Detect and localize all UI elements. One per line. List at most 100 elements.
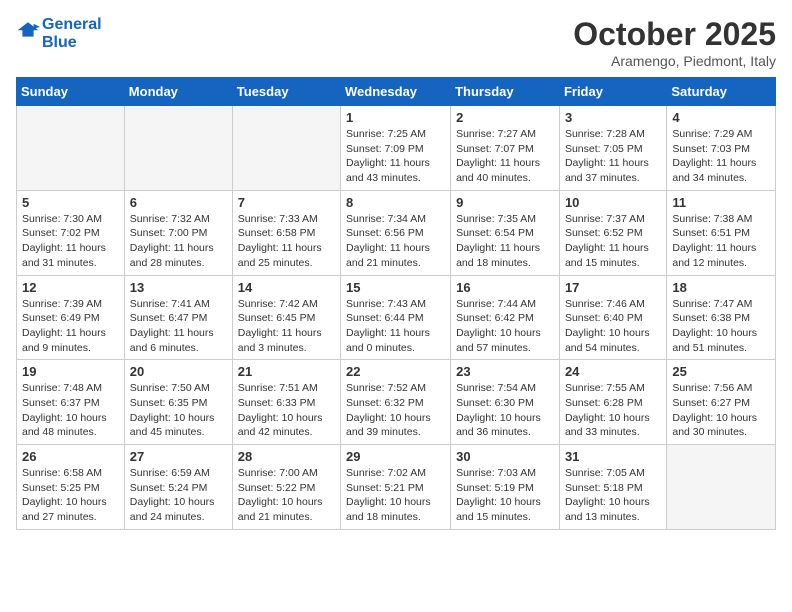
logo-blue: Blue (42, 34, 102, 52)
weekday-header-sunday: Sunday (17, 78, 125, 106)
calendar-cell: 26Sunrise: 6:58 AM Sunset: 5:25 PM Dayli… (17, 445, 125, 530)
day-number: 3 (565, 110, 661, 125)
day-info: Sunrise: 7:27 AM Sunset: 7:07 PM Dayligh… (456, 127, 554, 186)
calendar-cell: 3 Sunrise: 7:28 AM Sunset: 7:05 PM Daylig… (559, 106, 666, 191)
day-info: Sunrise: 7:33 AM Sunset: 6:58 PM Dayligh… (238, 212, 335, 271)
day-info: Sunrise: 7:39 AM Sunset: 6:49 PM Dayligh… (22, 297, 119, 356)
calendar-week-4: 19 Sunrise: 7:48 AM Sunset: 6:37 PM Dayli… (17, 360, 776, 445)
day-number: 6 (130, 195, 227, 210)
day-info: Sunrise: 7:50 AM Sunset: 6:35 PM Dayligh… (130, 381, 227, 440)
day-info: Sunrise: 7:48 AM Sunset: 6:37 PM Dayligh… (22, 381, 119, 440)
day-number: 21 (238, 364, 335, 379)
day-number: 22 (346, 364, 445, 379)
day-info: Sunrise: 7:51 AM Sunset: 6:33 PM Dayligh… (238, 381, 335, 440)
day-info: Sunrise: 7:29 AM Sunset: 7:03 PM Dayligh… (672, 127, 770, 186)
calendar-header-row: SundayMondayTuesdayWednesdayThursdayFrid… (17, 78, 776, 106)
calendar-cell: 6 Sunrise: 7:32 AM Sunset: 7:00 PM Daylig… (124, 190, 232, 275)
day-info: Sunrise: 7:37 AM Sunset: 6:52 PM Dayligh… (565, 212, 661, 271)
calendar-body: 1 Sunrise: 7:25 AM Sunset: 7:09 PM Daylig… (17, 106, 776, 530)
day-number: 19 (22, 364, 119, 379)
day-info: Sunrise: 7:38 AM Sunset: 6:51 PM Dayligh… (672, 212, 770, 271)
day-number: 18 (672, 280, 770, 295)
title-section: October 2025 Aramengo, Piedmont, Italy (573, 16, 776, 69)
day-info: Sunrise: 7:02 AM Sunset: 5:21 PM Dayligh… (346, 466, 445, 525)
day-number: 12 (22, 280, 119, 295)
calendar-cell: 13 Sunrise: 7:41 AM Sunset: 6:47 PM Dayli… (124, 275, 232, 360)
calendar-table: SundayMondayTuesdayWednesdayThursdayFrid… (16, 77, 776, 530)
day-info: Sunrise: 7:30 AM Sunset: 7:02 PM Dayligh… (22, 212, 119, 271)
calendar-cell: 15 Sunrise: 7:43 AM Sunset: 6:44 PM Dayli… (341, 275, 451, 360)
page-header: General Blue October 2025 Aramengo, Pied… (16, 16, 776, 69)
calendar-cell: 20 Sunrise: 7:50 AM Sunset: 6:35 PM Dayli… (124, 360, 232, 445)
weekday-header-wednesday: Wednesday (341, 78, 451, 106)
day-info: Sunrise: 7:54 AM Sunset: 6:30 PM Dayligh… (456, 381, 554, 440)
day-number: 9 (456, 195, 554, 210)
day-info: Sunrise: 7:00 AM Sunset: 5:22 PM Dayligh… (238, 466, 335, 525)
calendar-cell (232, 106, 340, 191)
day-number: 15 (346, 280, 445, 295)
day-number: 7 (238, 195, 335, 210)
calendar-cell: 11 Sunrise: 7:38 AM Sunset: 6:51 PM Dayli… (667, 190, 776, 275)
day-info: Sunrise: 7:32 AM Sunset: 7:00 PM Dayligh… (130, 212, 227, 271)
day-info: Sunrise: 7:25 AM Sunset: 7:09 PM Dayligh… (346, 127, 445, 186)
location-subtitle: Aramengo, Piedmont, Italy (573, 53, 776, 69)
day-number: 27 (130, 449, 227, 464)
calendar-cell: 18 Sunrise: 7:47 AM Sunset: 6:38 PM Dayli… (667, 275, 776, 360)
day-info: Sunrise: 7:43 AM Sunset: 6:44 PM Dayligh… (346, 297, 445, 356)
calendar-cell: 12 Sunrise: 7:39 AM Sunset: 6:49 PM Dayli… (17, 275, 125, 360)
weekday-header-friday: Friday (559, 78, 666, 106)
calendar-cell: 29 Sunrise: 7:02 AM Sunset: 5:21 PM Dayli… (341, 445, 451, 530)
day-number: 4 (672, 110, 770, 125)
calendar-week-3: 12 Sunrise: 7:39 AM Sunset: 6:49 PM Dayli… (17, 275, 776, 360)
day-number: 11 (672, 195, 770, 210)
day-number: 5 (22, 195, 119, 210)
day-number: 30 (456, 449, 554, 464)
day-number: 20 (130, 364, 227, 379)
day-info: Sunrise: 7:34 AM Sunset: 6:56 PM Dayligh… (346, 212, 445, 271)
day-number: 24 (565, 364, 661, 379)
day-number: 29 (346, 449, 445, 464)
calendar-cell: 22Sunrise: 7:52 AM Sunset: 6:32 PM Dayli… (341, 360, 451, 445)
day-info: Sunrise: 7:47 AM Sunset: 6:38 PM Dayligh… (672, 297, 770, 356)
weekday-header-tuesday: Tuesday (232, 78, 340, 106)
day-info: Sunrise: 7:56 AM Sunset: 6:27 PM Dayligh… (672, 381, 770, 440)
logo-icon (16, 19, 40, 43)
weekday-header-saturday: Saturday (667, 78, 776, 106)
day-info: Sunrise: 7:55 AM Sunset: 6:28 PM Dayligh… (565, 381, 661, 440)
calendar-cell: 1 Sunrise: 7:25 AM Sunset: 7:09 PM Daylig… (341, 106, 451, 191)
calendar-cell: 28Sunrise: 7:00 AM Sunset: 5:22 PM Dayli… (232, 445, 340, 530)
weekday-header-thursday: Thursday (451, 78, 560, 106)
day-number: 14 (238, 280, 335, 295)
calendar-cell (124, 106, 232, 191)
calendar-cell: 31 Sunrise: 7:05 AM Sunset: 5:18 PM Dayli… (559, 445, 666, 530)
calendar-cell: 16Sunrise: 7:44 AM Sunset: 6:42 PM Dayli… (451, 275, 560, 360)
calendar-cell: 25Sunrise: 7:56 AM Sunset: 6:27 PM Dayli… (667, 360, 776, 445)
day-info: Sunrise: 6:58 AM Sunset: 5:25 PM Dayligh… (22, 466, 119, 525)
day-info: Sunrise: 7:41 AM Sunset: 6:47 PM Dayligh… (130, 297, 227, 356)
logo-general: General (42, 16, 102, 33)
calendar-cell: 4 Sunrise: 7:29 AM Sunset: 7:03 PM Daylig… (667, 106, 776, 191)
day-info: Sunrise: 7:03 AM Sunset: 5:19 PM Dayligh… (456, 466, 554, 525)
calendar-cell (667, 445, 776, 530)
day-info: Sunrise: 7:28 AM Sunset: 7:05 PM Dayligh… (565, 127, 661, 186)
calendar-cell: 17Sunrise: 7:46 AM Sunset: 6:40 PM Dayli… (559, 275, 666, 360)
calendar-cell: 10Sunrise: 7:37 AM Sunset: 6:52 PM Dayli… (559, 190, 666, 275)
day-info: Sunrise: 7:35 AM Sunset: 6:54 PM Dayligh… (456, 212, 554, 271)
calendar-cell (17, 106, 125, 191)
calendar-cell: 21 Sunrise: 7:51 AM Sunset: 6:33 PM Dayli… (232, 360, 340, 445)
calendar-cell: 19 Sunrise: 7:48 AM Sunset: 6:37 PM Dayli… (17, 360, 125, 445)
day-info: Sunrise: 7:42 AM Sunset: 6:45 PM Dayligh… (238, 297, 335, 356)
day-number: 16 (456, 280, 554, 295)
day-number: 2 (456, 110, 554, 125)
calendar-week-5: 26Sunrise: 6:58 AM Sunset: 5:25 PM Dayli… (17, 445, 776, 530)
day-info: Sunrise: 7:05 AM Sunset: 5:18 PM Dayligh… (565, 466, 661, 525)
day-number: 1 (346, 110, 445, 125)
day-number: 8 (346, 195, 445, 210)
day-number: 13 (130, 280, 227, 295)
calendar-cell: 9 Sunrise: 7:35 AM Sunset: 6:54 PM Daylig… (451, 190, 560, 275)
calendar-cell: 27Sunrise: 6:59 AM Sunset: 5:24 PM Dayli… (124, 445, 232, 530)
calendar-cell: 14 Sunrise: 7:42 AM Sunset: 6:45 PM Dayli… (232, 275, 340, 360)
day-number: 23 (456, 364, 554, 379)
calendar-cell: 2 Sunrise: 7:27 AM Sunset: 7:07 PM Daylig… (451, 106, 560, 191)
day-number: 31 (565, 449, 661, 464)
